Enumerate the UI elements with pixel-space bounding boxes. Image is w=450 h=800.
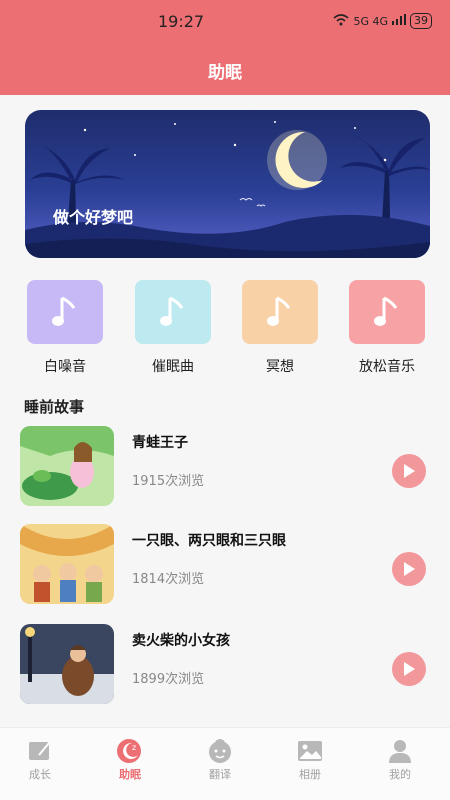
person-icon (386, 738, 414, 764)
tab-label: 相册 (299, 768, 321, 781)
category-label: 催眠曲 (152, 359, 194, 375)
category-meditation[interactable]: 冥想 (240, 280, 320, 376)
tab-sleep[interactable]: z 助眠 (90, 738, 170, 782)
story-item[interactable]: 一只眼、两只眼和三只眼 1814次浏览 (20, 524, 440, 606)
story-item[interactable]: 卖火柴的小女孩 1899次浏览 (20, 624, 440, 706)
story-views: 1814次浏览 (132, 572, 205, 587)
tab-label: 助眠 (119, 768, 141, 781)
signal-label: 5G 4G (353, 14, 388, 28)
sleep-banner[interactable]: 做个好梦吧 (25, 110, 430, 258)
tab-translate[interactable]: 翻译 (180, 738, 260, 782)
tab-label: 成长 (29, 768, 51, 781)
night-scene-illustration (25, 121, 430, 258)
svg-text:z: z (132, 743, 136, 752)
story-item[interactable]: 青蛙王子 1915次浏览 (20, 426, 440, 508)
category-label: 白噪音 (44, 359, 86, 375)
category-label: 放松音乐 (359, 359, 415, 375)
music-note-icon (27, 280, 103, 344)
tab-album[interactable]: 相册 (270, 738, 350, 782)
page-title: 助眠 (208, 63, 242, 83)
moon-icon: z (116, 738, 144, 764)
battery-indicator: 39 (410, 13, 432, 29)
music-note-icon (135, 280, 211, 344)
story-thumbnail (20, 524, 114, 604)
story-thumbnail (20, 426, 114, 506)
tab-label: 我的 (389, 768, 411, 781)
wifi-icon (333, 13, 349, 29)
tab-growth[interactable]: 成长 (0, 738, 80, 782)
category-relax-music[interactable]: 放松音乐 (347, 280, 427, 376)
banner-caption: 做个好梦吧 (53, 208, 134, 227)
music-note-icon (242, 280, 318, 344)
category-white-noise[interactable]: 白噪音 (25, 280, 105, 376)
story-views: 1899次浏览 (132, 672, 205, 687)
section-title: 睡前故事 (24, 398, 85, 416)
play-icon (404, 464, 415, 478)
tab-mine[interactable]: 我的 (360, 738, 440, 782)
story-title: 一只眼、两只眼和三只眼 (132, 533, 286, 549)
status-time: 19:27 (158, 12, 205, 31)
story-views: 1915次浏览 (132, 474, 205, 489)
play-icon (404, 662, 415, 676)
category-row: 白噪音 催眠曲 冥想 放松音乐 (0, 280, 450, 380)
story-title: 青蛙王子 (132, 435, 188, 451)
kid-face-icon (206, 738, 234, 764)
tab-label: 翻译 (209, 768, 231, 781)
play-button[interactable] (392, 552, 426, 586)
signal-icon (392, 14, 406, 28)
story-thumbnail (20, 624, 114, 704)
category-lullaby[interactable]: 催眠曲 (133, 280, 213, 376)
photo-icon (296, 738, 324, 764)
category-label: 冥想 (266, 359, 294, 375)
app-header: 19:27 5G 4G 39 助眠 (0, 0, 450, 95)
pencil-icon (26, 738, 54, 764)
status-icons: 5G 4G 39 (333, 13, 432, 29)
bottom-tab-bar: 成长 z 助眠 翻译 相册 我的 (0, 727, 450, 800)
play-button[interactable] (392, 652, 426, 686)
story-title: 卖火柴的小女孩 (132, 633, 230, 649)
play-button[interactable] (392, 454, 426, 488)
play-icon (404, 562, 415, 576)
music-note-icon (349, 280, 425, 344)
